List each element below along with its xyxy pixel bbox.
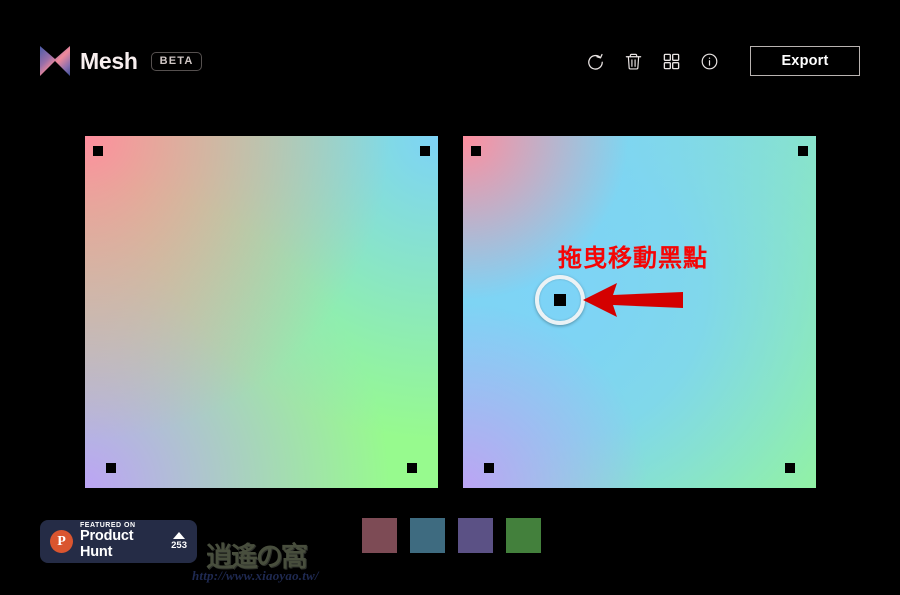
product-hunt-vote-count: 253 — [171, 540, 187, 552]
mesh-butterfly-logo-icon — [40, 46, 70, 76]
mesh-canvas-left[interactable] — [85, 136, 438, 488]
product-hunt-badge[interactable]: P FEATURED ON Product Hunt 253 — [40, 520, 197, 563]
footer: P FEATURED ON Product Hunt 253 逍遙の窩 http… — [0, 505, 900, 595]
refresh-icon[interactable] — [576, 46, 614, 76]
color-swatches — [362, 518, 541, 553]
swatch-rose[interactable] — [362, 518, 397, 553]
trash-icon[interactable] — [614, 46, 652, 76]
watermark-characters: 逍遙の窩 — [206, 542, 308, 572]
mesh-handle-bottom-right[interactable] — [785, 463, 795, 473]
upvote-caret-icon — [173, 532, 186, 540]
mesh-handle-top-right[interactable] — [798, 146, 808, 156]
mesh-gradient-right — [463, 136, 816, 488]
mesh-handle-center[interactable] — [554, 294, 566, 306]
grid-icon[interactable] — [652, 46, 690, 76]
app-name: Mesh — [80, 47, 138, 74]
product-hunt-name: Product Hunt — [80, 528, 134, 561]
brand: Mesh BETA — [40, 46, 202, 76]
mesh-gradient-left — [85, 136, 438, 488]
info-icon[interactable] — [690, 46, 728, 76]
mesh-handle-top-left[interactable] — [93, 146, 103, 156]
product-hunt-votes[interactable]: 253 — [171, 532, 187, 551]
watermark-url: http://www.xiaoyao.tw/ — [192, 568, 319, 583]
swatch-green[interactable] — [506, 518, 541, 553]
mesh-handle-top-right[interactable] — [420, 146, 430, 156]
mesh-handle-top-left[interactable] — [471, 146, 481, 156]
mesh-handle-bottom-right[interactable] — [407, 463, 417, 473]
swatch-blue[interactable] — [410, 518, 445, 553]
watermark: 逍遙の窩 http://www.xiaoyao.tw/ — [192, 535, 352, 593]
beta-badge: BETA — [150, 51, 202, 71]
mesh-canvas-right[interactable]: 拖曳移動黑點 — [463, 136, 816, 488]
app-header: Mesh BETA Export — [0, 0, 900, 120]
toolbar: Export — [576, 46, 860, 76]
canvas-area: 拖曳移動黑點 — [0, 136, 900, 488]
mesh-handle-bottom-left[interactable] — [106, 463, 116, 473]
product-hunt-logo-icon: P — [50, 530, 73, 553]
swatch-purple[interactable] — [458, 518, 493, 553]
export-button[interactable]: Export — [750, 46, 860, 76]
mesh-handle-bottom-left[interactable] — [484, 463, 494, 473]
product-hunt-texts: FEATURED ON Product Hunt — [80, 522, 167, 562]
